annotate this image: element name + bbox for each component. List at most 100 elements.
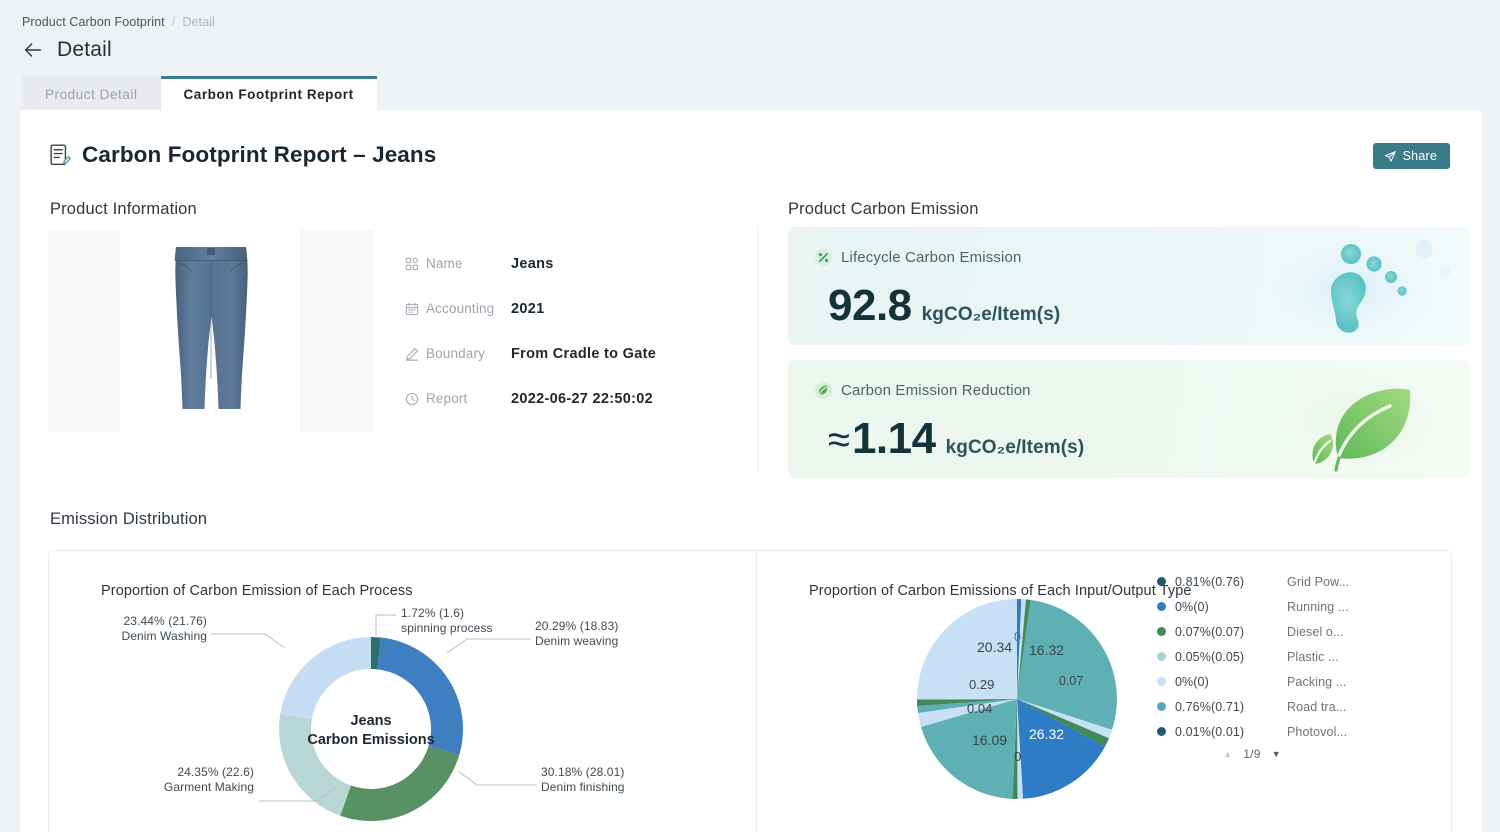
legend-label: Road tra... (1287, 700, 1346, 714)
card-lifecycle-unit: kgCO₂e/Item(s) (922, 304, 1061, 326)
legend-item-running[interactable]: 0%(0) Running ... (1157, 594, 1427, 619)
section-title-product-carbon-emission: Product Carbon Emission (788, 200, 979, 219)
field-label-accounting-text: Accounting (426, 301, 494, 316)
legend-label: Photovol... (1287, 725, 1347, 739)
report-title: Carbon Footprint Report – Jeans (82, 142, 436, 168)
product-image-panel (48, 230, 373, 432)
field-label-report: Report (405, 391, 511, 406)
legend-dot-icon (1157, 577, 1166, 586)
triangle-up-icon[interactable]: ▲ (1223, 750, 1232, 759)
report-title-row: Carbon Footprint Report – Jeans (50, 142, 436, 168)
field-row-accounting: Accounting 2021 (405, 286, 735, 331)
legend-item-diesel-oil[interactable]: 0.07%(0.07) Diesel o... (1157, 619, 1427, 644)
share-button[interactable]: Share (1373, 143, 1450, 169)
product-fields: Name Jeans Accounting 2021 (405, 241, 735, 421)
breadcrumb-root[interactable]: Product Carbon Footprint (22, 15, 165, 29)
card-reduction-header: Carbon Emission Reduction (814, 381, 1031, 400)
arrow-left-icon[interactable] (22, 39, 44, 61)
card-lifecycle-label: Lifecycle Carbon Emission (841, 249, 1022, 266)
legend-dot-icon (1157, 702, 1166, 711)
field-label-accounting: Accounting (405, 301, 511, 316)
pie-svg: 20.34 0.29 0.04 16.09 0 26.32 0.07 16.32… (907, 589, 1127, 809)
process-emission-chart-block: Proportion of Carbon Emission of Each Pr… (49, 551, 757, 832)
page-root: Product Carbon Footprint / Detail Detail… (0, 0, 1500, 832)
calendar-icon (405, 302, 419, 316)
card-reduction-unit: kgCO₂e/Item(s) (946, 437, 1085, 459)
card-reduction-value: 1.14 (852, 417, 936, 461)
legend-percent: 0%(0) (1175, 675, 1287, 689)
legend-item-packing[interactable]: 0%(0) Packing ... (1157, 669, 1427, 694)
donut-label-denim-finishing: 30.18% (28.01)Denim finishing (541, 765, 625, 794)
legend-dot-icon (1157, 677, 1166, 686)
card-reduction-prefix: ≈ (828, 420, 850, 460)
section-title-product-information: Product Information (50, 200, 197, 219)
legend-dot-icon (1157, 727, 1166, 736)
card-reduction-label: Carbon Emission Reduction (841, 382, 1031, 399)
legend-label: Running ... (1287, 600, 1349, 614)
triangle-down-icon[interactable]: ▼ (1272, 750, 1281, 759)
legend-item-photovoltaic[interactable]: 0.01%(0.01) Photovol... (1157, 719, 1427, 744)
pie-value-0c: 0 (1014, 749, 1021, 764)
content-sheet: Carbon Footprint Report – Jeans Share Pr… (20, 110, 1482, 832)
breadcrumb: Product Carbon Footprint / Detail (22, 15, 215, 29)
field-value-boundary: From Cradle to Gate (511, 346, 656, 362)
pie-value-0-29: 0.29 (969, 677, 994, 692)
leaf-badge-icon (814, 381, 833, 400)
field-label-report-text: Report (426, 391, 467, 406)
share-button-label: Share (1403, 149, 1437, 163)
tab-carbon-footprint-report[interactable]: Carbon Footprint Report (161, 76, 377, 110)
percent-badge-icon (814, 248, 833, 267)
product-information-block: Name Jeans Accounting 2021 (48, 227, 758, 472)
send-icon (1384, 150, 1397, 163)
io-pie-legend: 0.81%(0.76) Grid Pow... 0%(0) Running ..… (1157, 569, 1427, 744)
legend-dot-icon (1157, 627, 1166, 636)
card-lifecycle-value-row: 92.8 kgCO₂e/Item(s) (828, 284, 1060, 328)
pie-value-16-32: 16.32 (1029, 642, 1064, 658)
page-header: Detail (22, 38, 112, 62)
donut-label-spinning-process: 1.72% (1.6)spinning process (401, 606, 493, 635)
donut-slice-denim-washing[interactable] (280, 637, 371, 719)
legend-item-road-transport[interactable]: 0.76%(0.71) Road tra... (1157, 694, 1427, 719)
legend-percent: 0.05%(0.05) (1175, 650, 1287, 664)
legend-label: Grid Pow... (1287, 575, 1349, 589)
legend-item-plastic[interactable]: 0.05%(0.05) Plastic ... (1157, 644, 1427, 669)
legend-item-grid-power[interactable]: 0.81%(0.76) Grid Pow... (1157, 569, 1427, 594)
card-carbon-emission-reduction: Carbon Emission Reduction ≈ 1.14 kgCO₂e/… (788, 360, 1470, 478)
field-value-report: 2022-06-27 22:50:02 (511, 391, 653, 407)
legend-percent: 0%(0) (1175, 600, 1287, 614)
legend-percent: 0.01%(0.01) (1175, 725, 1287, 739)
card-lifecycle-header: Lifecycle Carbon Emission (814, 248, 1022, 267)
donut-label-denim-weaving: 20.29% (18.83)Denim weaving (535, 619, 618, 648)
page-title: Detail (57, 38, 112, 62)
field-label-name-text: Name (426, 256, 463, 271)
pie-value-20-34: 20.34 (977, 639, 1012, 655)
donut-slice-garment-making[interactable] (279, 714, 351, 816)
card-reduction-value-row: ≈ 1.14 kgCO₂e/Item(s) (828, 417, 1084, 461)
donut-center-label-line1: Jeans (350, 713, 391, 729)
card-lifecycle-carbon-emission: Lifecycle Carbon Emission 92.8 kgCO₂e/It… (788, 227, 1470, 345)
field-label-name: Name (405, 256, 511, 271)
section-title-emission-distribution: Emission Distribution (50, 510, 207, 529)
emission-distribution-panel: Proportion of Carbon Emission of Each Pr… (48, 550, 1452, 832)
donut-slice-denim-finishing[interactable] (340, 746, 459, 821)
jeans-product-photo (168, 241, 254, 421)
io-pie-chart: 20.34 0.29 0.04 16.09 0 26.32 0.07 16.32… (907, 589, 1127, 809)
field-row-report: Report 2022-06-27 22:50:02 (405, 376, 735, 421)
legend-label: Plastic ... (1287, 650, 1339, 664)
donut-label-denim-washing: 23.44% (21.76)Denim Washing (49, 614, 207, 643)
donut-center-label-line2: Carbon Emissions (307, 732, 434, 748)
field-value-name: Jeans (511, 256, 554, 272)
clock-icon (405, 392, 419, 406)
field-value-accounting: 2021 (511, 301, 544, 317)
pie-value-26-32: 26.32 (1029, 726, 1064, 742)
pie-value-0a: 0 (1014, 630, 1021, 644)
donut-label-garment-making: 24.35% (22.6)Garment Making (74, 765, 254, 794)
breadcrumb-current: Detail (182, 15, 215, 29)
tab-product-detail[interactable]: Product Detail (22, 76, 161, 110)
field-row-boundary: Boundary From Cradle to Gate (405, 331, 735, 376)
document-edit-icon (50, 144, 71, 167)
legend-percent: 0.07%(0.07) (1175, 625, 1287, 639)
legend-label: Packing ... (1287, 675, 1346, 689)
pencil-icon (405, 347, 419, 361)
legend-dot-icon (1157, 602, 1166, 611)
